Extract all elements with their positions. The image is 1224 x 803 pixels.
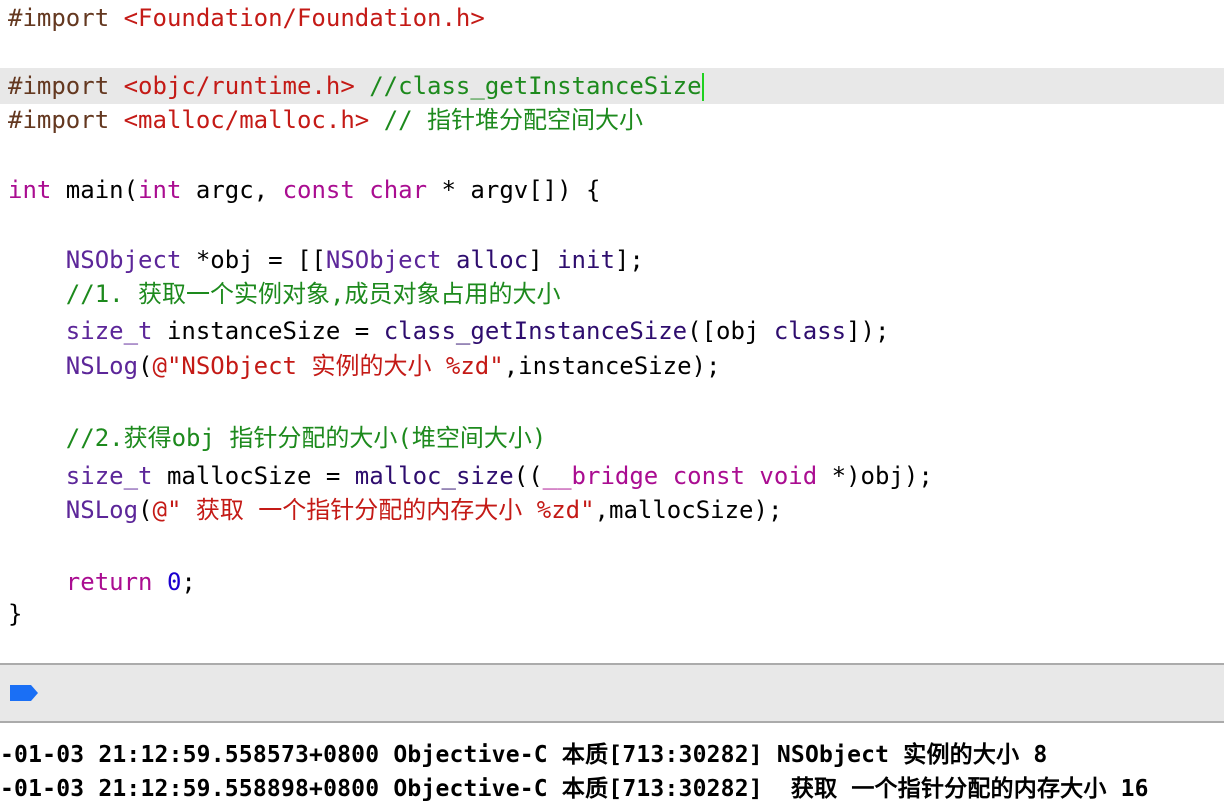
breakpoint-continue-icon[interactable] bbox=[10, 685, 38, 701]
code-token-pre: #import bbox=[8, 72, 124, 100]
code-token-txt: ] bbox=[528, 246, 558, 274]
code-token-kw: void bbox=[759, 462, 818, 490]
code-token-txt: main( bbox=[51, 176, 139, 204]
debug-bar bbox=[0, 665, 1224, 723]
code-line[interactable]: NSObject *obj = [[NSObject alloc] init]; bbox=[8, 242, 644, 278]
code-line[interactable]: int main(int argc, const char * argv[]) … bbox=[8, 172, 600, 208]
code-token-txt: * argv[]) { bbox=[427, 176, 601, 204]
console-output[interactable]: -01-03 21:12:59.558573+0800 Objective-C … bbox=[0, 723, 1224, 802]
code-token-cls: size_t bbox=[65, 462, 153, 490]
code-token-cls: NSLog bbox=[65, 496, 139, 524]
code-line[interactable]: size_t mallocSize = malloc_size((__bridg… bbox=[8, 458, 933, 494]
code-token-txt: ,mallocSize); bbox=[594, 496, 783, 524]
code-token-kw: const bbox=[672, 462, 745, 490]
code-token-fn: class_getInstanceSize bbox=[383, 317, 688, 345]
code-token-txt: mallocSize = bbox=[152, 462, 355, 490]
code-token-kw: return bbox=[65, 568, 153, 596]
code-token-kw: char bbox=[369, 176, 428, 204]
code-token-str: @" 获取 一个指针分配的内存大小 %zd" bbox=[152, 496, 595, 524]
code-line[interactable]: #import <malloc/malloc.h> // 指针堆分配空间大小 bbox=[8, 102, 643, 138]
code-line[interactable]: #import <objc/runtime.h> //class_getInst… bbox=[8, 68, 704, 104]
code-token-com: //1. 获取一个实例对象,成员对象占用的大小 bbox=[65, 280, 561, 308]
code-token-txt: ; bbox=[181, 568, 196, 596]
code-token-txt: (( bbox=[513, 462, 543, 490]
console-log-line: -01-03 21:12:59.558898+0800 Objective-C … bbox=[0, 776, 1149, 802]
code-token-txt: *obj = [[ bbox=[181, 246, 326, 274]
code-token-str: <objc/runtime.h> bbox=[123, 72, 355, 100]
code-token-cls: NSObject bbox=[325, 246, 442, 274]
code-token-txt: ( bbox=[138, 496, 153, 524]
code-token-com: //class_getInstanceSize bbox=[369, 72, 702, 100]
code-token-kw: __bridge bbox=[542, 462, 659, 490]
code-token-com: // 指针堆分配空间大小 bbox=[383, 106, 644, 134]
code-token-pre: #import bbox=[8, 106, 124, 134]
code-token-fn: alloc bbox=[455, 246, 529, 274]
code-token-fn: class bbox=[773, 317, 847, 345]
code-line[interactable]: return 0; bbox=[8, 564, 196, 600]
code-line[interactable]: //1. 获取一个实例对象,成员对象占用的大小 bbox=[8, 276, 561, 312]
code-token-cls: size_t bbox=[65, 317, 153, 345]
code-token-kw: const bbox=[282, 176, 355, 204]
code-token-str: @"NSObject 实例的大小 %zd" bbox=[152, 352, 504, 380]
code-line[interactable]: NSLog(@"NSObject 实例的大小 %zd",instanceSize… bbox=[8, 348, 721, 384]
code-token-txt: ([obj bbox=[687, 317, 774, 345]
code-token-txt: ]); bbox=[846, 317, 890, 345]
code-line[interactable]: NSLog(@" 获取 一个指针分配的内存大小 %zd",mallocSize)… bbox=[8, 492, 783, 528]
code-token-txt: instanceSize = bbox=[152, 317, 384, 345]
code-token-txt: argc, bbox=[181, 176, 283, 204]
code-token-txt: } bbox=[8, 600, 23, 628]
code-token-str: <malloc/malloc.h> bbox=[123, 106, 370, 134]
code-token-fn: malloc_size bbox=[354, 462, 514, 490]
code-token-cls: NSLog bbox=[65, 352, 139, 380]
code-token-txt: ]; bbox=[614, 246, 644, 274]
code-token-kw: int bbox=[8, 176, 52, 204]
text-caret bbox=[701, 73, 704, 101]
code-line[interactable]: #import <Foundation/Foundation.h> bbox=[8, 0, 485, 36]
code-token-txt: ,instanceSize); bbox=[503, 352, 721, 380]
code-token-str: <Foundation/Foundation.h> bbox=[123, 4, 485, 32]
code-token-kw: int bbox=[138, 176, 182, 204]
code-token-fn: init bbox=[557, 246, 615, 274]
code-token-num: 0 bbox=[166, 568, 182, 596]
code-token-cls: NSObject bbox=[65, 246, 182, 274]
code-token-txt: ( bbox=[138, 352, 153, 380]
code-line[interactable]: //2.获得obj 指针分配的大小(堆空间大小) bbox=[8, 420, 547, 456]
code-token-txt: *)obj); bbox=[817, 462, 933, 490]
code-line[interactable]: } bbox=[8, 596, 22, 632]
console-log-line: -01-03 21:12:59.558573+0800 Objective-C … bbox=[0, 742, 1048, 768]
code-token-com: //2.获得obj 指针分配的大小(堆空间大小) bbox=[65, 424, 547, 452]
code-token-pre: #import bbox=[8, 4, 124, 32]
code-line[interactable]: size_t instanceSize = class_getInstanceS… bbox=[8, 313, 890, 349]
code-editor[interactable]: #import <Foundation/Foundation.h> #import… bbox=[0, 0, 1224, 664]
